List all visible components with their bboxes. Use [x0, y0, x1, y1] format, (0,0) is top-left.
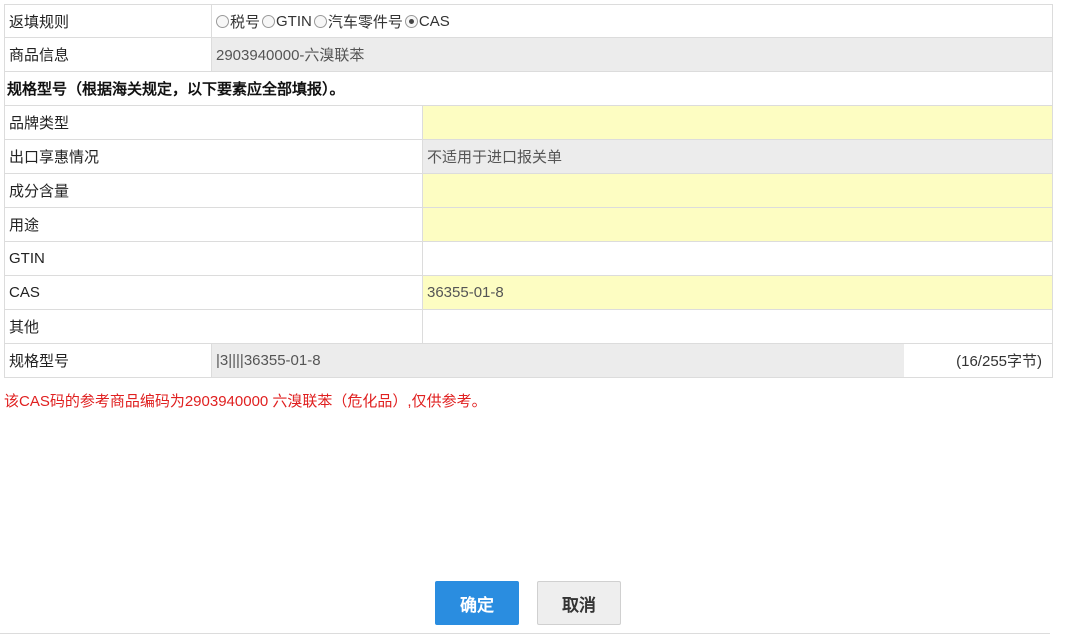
cancel-button[interactable]: 取消: [537, 581, 621, 625]
product-value: 2903940000-六溴联苯: [212, 38, 1052, 71]
rule-row: 返填规则 税号 GTIN 汽车零件号 CAS: [4, 4, 1053, 38]
field-row-composition: 成分含量: [4, 174, 1053, 208]
composition-input[interactable]: [423, 174, 1052, 207]
field-label-gtin: GTIN: [5, 242, 423, 275]
radio-auto-part-label: 汽车零件号: [327, 13, 403, 31]
spec-value: |3||||36355-01-8: [212, 344, 904, 377]
product-row: 商品信息 2903940000-六溴联苯: [4, 38, 1053, 72]
radio-gtin-icon[interactable]: [262, 14, 276, 28]
radio-option-tax[interactable]: 税号: [216, 11, 260, 32]
export-preference-value: 不适用于进口报关单: [423, 140, 1052, 173]
field-row-gtin: GTIN: [4, 242, 1053, 276]
field-row-usage: 用途: [4, 208, 1053, 242]
footer-divider: [0, 633, 1050, 634]
field-row-cas: CAS 36355-01-8: [4, 276, 1053, 310]
radio-tax-icon[interactable]: [216, 14, 229, 28]
radio-gtin-label: GTIN: [276, 12, 312, 30]
field-label-other: 其他: [5, 310, 423, 343]
radio-option-gtin[interactable]: GTIN: [262, 13, 312, 30]
radio-auto-part-icon[interactable]: [313, 14, 327, 28]
field-row-export-preference: 出口享惠情况 不适用于进口报关单: [4, 140, 1053, 174]
gtin-input[interactable]: [423, 242, 1052, 275]
radio-option-auto-part[interactable]: 汽车零件号: [313, 11, 403, 32]
field-row-brand: 品牌类型: [4, 106, 1053, 140]
field-label-cas: CAS: [5, 276, 423, 309]
radio-tax-label: 税号: [230, 13, 261, 31]
radio-cas-icon[interactable]: [404, 14, 418, 28]
spec-heading-row: 规格型号（根据海关规定，以下要素应全部填报）。: [4, 72, 1053, 106]
spec-label: 规格型号: [5, 344, 212, 377]
field-label-composition: 成分含量: [5, 174, 423, 207]
other-input[interactable]: [423, 310, 1052, 343]
rule-radio-group: 税号 GTIN 汽车零件号 CAS: [212, 5, 1052, 37]
field-label-export-preference: 出口享惠情况: [5, 140, 423, 173]
radio-option-cas[interactable]: CAS: [404, 12, 450, 30]
product-label: 商品信息: [5, 38, 212, 71]
rule-label: 返填规则: [5, 5, 212, 37]
spec-row: 规格型号 |3||||36355-01-8 (16/255字节): [4, 344, 1053, 378]
confirm-button[interactable]: 确定: [435, 581, 519, 625]
radio-cas-label: CAS: [418, 12, 450, 30]
spec-byte-count: (16/255字节): [904, 344, 1052, 377]
field-label-brand: 品牌类型: [5, 106, 423, 139]
field-label-usage: 用途: [5, 208, 423, 241]
field-row-other: 其他: [4, 310, 1053, 344]
spec-form: 返填规则 税号 GTIN 汽车零件号 CAS 商品信息 2903940000-六…: [4, 4, 1053, 378]
usage-input[interactable]: [423, 208, 1052, 241]
spec-heading: 规格型号（根据海关规定，以下要素应全部填报）。: [7, 81, 345, 98]
brand-input[interactable]: [423, 106, 1052, 139]
cas-warning-message: 该CAS码的参考商品编码为2903940000 六溴联苯（危化品）,仅供参考。: [4, 393, 487, 410]
cas-input[interactable]: 36355-01-8: [423, 276, 1052, 309]
